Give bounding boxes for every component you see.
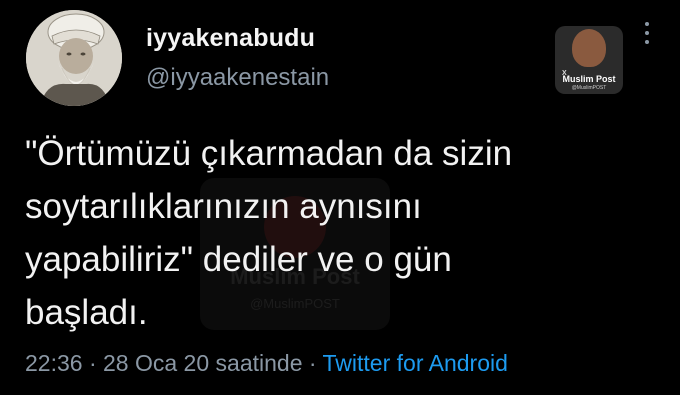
tweet-time[interactable]: 22:36	[25, 350, 83, 376]
more-options-icon[interactable]	[640, 22, 654, 50]
watermark-avatar	[572, 29, 606, 67]
tweet-meta: 22:36 · 28 Oca 20 saatinde · Twitter for…	[25, 350, 508, 377]
tweet-text: "Örtümüzü çıkarmadan da sizin soytarılık…	[25, 127, 645, 339]
display-name[interactable]: iyyakenabudu	[146, 24, 315, 53]
tweet-date[interactable]: 28 Oca 20 saatinde	[103, 350, 302, 376]
muslim-post-watermark: X Muslim Post @MuslimPOST	[555, 26, 623, 94]
separator: ·	[82, 350, 104, 376]
tweet-line: "Örtümüzü çıkarmadan da sizin	[25, 134, 513, 173]
tweet: iyyakenabudu @iyyaakenestain X Muslim Po…	[0, 0, 680, 395]
avatar[interactable]	[26, 10, 122, 106]
tweet-source-link[interactable]: Twitter for Android	[323, 350, 508, 376]
user-handle[interactable]: @iyyaakenestain	[146, 64, 329, 92]
tweet-line: başladı.	[25, 293, 148, 332]
tweet-line: soytarılıklarınızın aynısını	[25, 187, 422, 226]
separator: ·	[302, 350, 323, 376]
tweet-line: yapabiliriz" dediler ve o gün	[25, 240, 452, 279]
avatar-portrait	[26, 10, 122, 106]
watermark-subtitle: @MuslimPOST	[571, 85, 607, 91]
watermark-title: Muslim Post	[562, 74, 616, 84]
